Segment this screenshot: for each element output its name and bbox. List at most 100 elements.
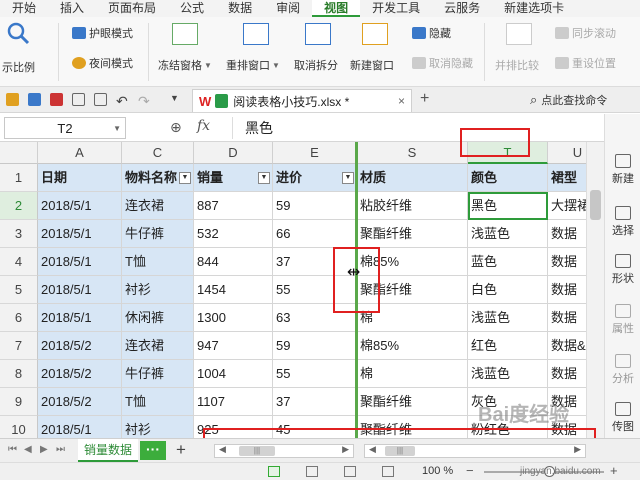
column-header-a[interactable]: A — [38, 142, 122, 164]
column-header-s[interactable]: S — [357, 142, 468, 164]
save-icon[interactable] — [28, 93, 41, 106]
horizontal-scrollbar-right[interactable]: ◀ ||| ▶ — [364, 444, 586, 458]
menu-tab-home[interactable]: 开始 — [0, 0, 48, 17]
row-header-1[interactable]: 1 — [0, 164, 38, 192]
vertical-scroll-thumb[interactable] — [590, 190, 601, 220]
table-cell[interactable]: 2018/5/1 — [38, 192, 122, 220]
table-cell[interactable]: 2018/5/2 — [38, 388, 122, 416]
more-sheets-button[interactable]: ··· — [140, 441, 166, 460]
panel-property-button[interactable]: 属性 — [605, 304, 640, 336]
table-cell[interactable]: 浅蓝色 — [468, 360, 548, 388]
table-cell[interactable]: 浅蓝色 — [468, 220, 548, 248]
spreadsheet-grid[interactable]: A C D E S T U 1 2 3 4 5 6 7 8 9 10 日期 物料名称 ▼ 销量 ▼ 进价 ▼ 材质 颜色 裙型 201… — [0, 142, 604, 438]
filter-dropdown-icon[interactable]: ▼ — [342, 172, 354, 184]
table-header-cell[interactable]: 销量 ▼ — [194, 164, 273, 192]
panel-analysis-button[interactable]: 分析 — [605, 354, 640, 386]
zoom-in-icon[interactable]: + — [610, 463, 618, 478]
row-header-3[interactable]: 3 — [0, 220, 38, 248]
open-folder-icon[interactable] — [6, 93, 19, 106]
table-cell[interactable]: 59 — [273, 192, 357, 220]
column-header-d[interactable]: D — [194, 142, 273, 164]
menu-tab-formulas[interactable]: 公式 — [168, 0, 216, 17]
table-cell[interactable]: T恤 — [122, 248, 194, 276]
table-cell[interactable]: 粘胶纤维 — [357, 192, 468, 220]
function-icon[interactable]: fx — [197, 118, 210, 134]
panel-select-button[interactable]: 选择 — [605, 206, 640, 238]
hide-button[interactable]: 隐藏 — [412, 25, 451, 41]
table-cell[interactable]: 66 — [273, 220, 357, 248]
new-tab-button[interactable]: + — [420, 90, 429, 108]
menu-tab-review[interactable]: 审阅 — [264, 0, 312, 17]
table-cell[interactable]: 2018/5/2 — [38, 360, 122, 388]
row-header-10[interactable]: 10 — [0, 416, 38, 438]
show-scale-button[interactable] — [6, 21, 30, 45]
document-tab[interactable]: W 阅读表格小技巧.xlsx * × — [192, 89, 412, 112]
row-header-9[interactable]: 9 — [0, 388, 38, 416]
menu-tab-developer[interactable]: 开发工具 — [360, 0, 432, 17]
table-header-cell[interactable]: 进价 ▼ — [273, 164, 357, 192]
row-header-6[interactable]: 6 — [0, 304, 38, 332]
row-header-4[interactable]: 4 — [0, 248, 38, 276]
print-preview-icon[interactable] — [94, 93, 107, 106]
table-cell[interactable]: 844 — [194, 248, 273, 276]
table-header-cell[interactable]: 日期 — [38, 164, 122, 192]
zoom-icon[interactable]: ⊕ — [170, 119, 182, 136]
page-layout-view-icon[interactable] — [344, 466, 356, 477]
horizontal-scroll-thumb-left[interactable]: ||| — [239, 446, 275, 456]
table-cell[interactable]: 休闲裤 — [122, 304, 194, 332]
menu-tab-cloud[interactable]: 云服务 — [432, 0, 492, 17]
scroll-left-icon[interactable]: ◀ — [219, 444, 226, 455]
table-cell[interactable]: 白色 — [468, 276, 548, 304]
table-cell[interactable]: 衬衫 — [122, 416, 194, 438]
normal-view-icon[interactable] — [268, 466, 280, 477]
table-cell[interactable]: 59 — [273, 332, 357, 360]
table-cell[interactable]: 连衣裙 — [122, 332, 194, 360]
page-break-view-icon[interactable] — [306, 466, 318, 477]
table-cell[interactable]: 连衣裙 — [122, 192, 194, 220]
table-cell[interactable]: 887 — [194, 192, 273, 220]
print-icon[interactable] — [72, 93, 85, 106]
table-cell[interactable]: 532 — [194, 220, 273, 248]
table-cell[interactable]: 947 — [194, 332, 273, 360]
zoom-level[interactable]: 100 % — [422, 465, 453, 477]
first-sheet-icon[interactable]: ⏮ — [8, 444, 17, 455]
menu-tab-page-layout[interactable]: 页面布局 — [96, 0, 168, 17]
table-cell[interactable]: 2018/5/1 — [38, 304, 122, 332]
unhide-button[interactable]: 取消隐藏 — [412, 55, 473, 71]
redo-icon[interactable]: ↷ — [138, 93, 151, 109]
next-sheet-icon[interactable]: ▶ — [40, 444, 48, 455]
select-all-corner[interactable] — [0, 142, 38, 164]
sync-scroll-button[interactable]: 同步滚动 — [555, 25, 616, 41]
table-cell[interactable]: 1454 — [194, 276, 273, 304]
chevron-down-icon[interactable]: ▼ — [113, 124, 121, 133]
row-header-2[interactable]: 2 — [0, 192, 38, 220]
add-sheet-button[interactable]: + — [176, 440, 186, 460]
sheet-tab[interactable]: 销量数据 — [78, 439, 138, 462]
column-header-e[interactable]: E — [273, 142, 357, 164]
freeze-panes-button[interactable]: 冻结窗格 ▼ — [158, 57, 212, 73]
table-cell[interactable]: 浅蓝色 — [468, 304, 548, 332]
panel-shape-button[interactable]: 形状 — [605, 254, 640, 286]
eye-mode-button[interactable]: 护眼模式 — [72, 25, 133, 41]
reading-mode-icon[interactable] — [382, 466, 394, 477]
table-cell[interactable]: 1107 — [194, 388, 273, 416]
filter-dropdown-icon[interactable]: ▼ — [258, 172, 270, 184]
horizontal-scrollbar-left[interactable]: ◀ ||| ▶ — [214, 444, 354, 458]
table-cell[interactable]: 2018/5/1 — [38, 248, 122, 276]
table-cell[interactable]: 2018/5/1 — [38, 276, 122, 304]
close-icon[interactable]: × — [398, 94, 405, 108]
table-cell[interactable]: 37 — [273, 388, 357, 416]
scroll-left-icon[interactable]: ◀ — [369, 444, 376, 455]
menu-tab-new[interactable]: 新建选项卡 — [492, 0, 576, 17]
zoom-out-icon[interactable]: − — [466, 463, 474, 478]
menu-tab-data[interactable]: 数据 — [216, 0, 264, 17]
table-cell[interactable]: 2018/5/1 — [38, 416, 122, 438]
table-cell[interactable]: 1004 — [194, 360, 273, 388]
table-cell[interactable]: 红色 — [468, 332, 548, 360]
last-sheet-icon[interactable]: ⏭ — [56, 444, 65, 455]
side-by-side-button[interactable]: 并排比较 — [495, 57, 539, 73]
table-cell[interactable]: T恤 — [122, 388, 194, 416]
scroll-right-icon[interactable]: ▶ — [342, 444, 349, 455]
row-header-8[interactable]: 8 — [0, 360, 38, 388]
table-header-cell[interactable]: 颜色 — [468, 164, 548, 192]
